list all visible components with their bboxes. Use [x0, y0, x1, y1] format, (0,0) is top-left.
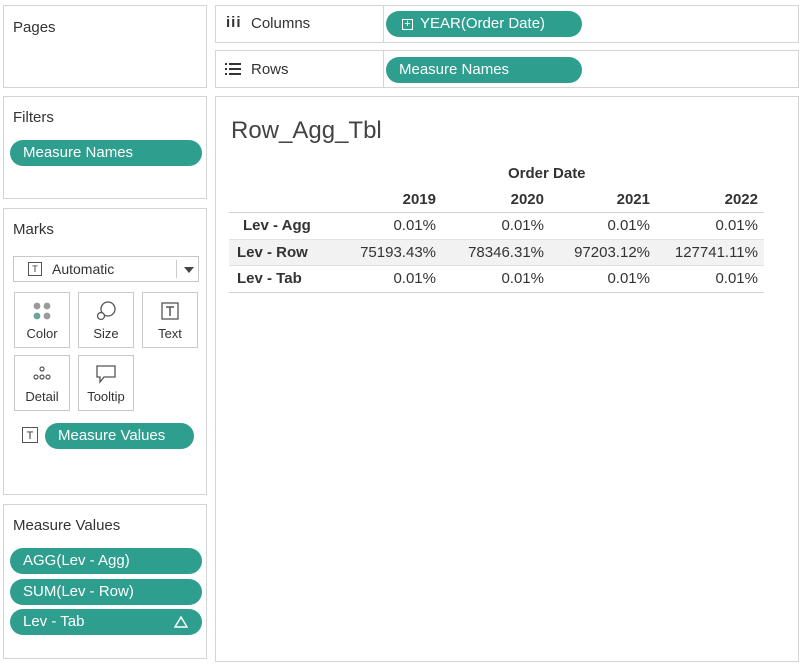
columns-icon: iii: [226, 14, 242, 31]
measure-pill-agg-lev-agg[interactable]: AGG(Lev - Agg): [10, 548, 202, 574]
chevron-down-icon[interactable]: [184, 267, 194, 273]
pages-card[interactable]: Pages: [3, 5, 207, 88]
detail-dots-icon: [33, 366, 51, 380]
worksheet-view[interactable]: Row_Agg_Tbl Order Date 2019 2020 2021 20…: [215, 96, 799, 662]
shelf-divider: [383, 51, 384, 87]
rows-shelf[interactable]: Rows Measure Names: [215, 50, 799, 88]
rows-list-icon: [225, 63, 241, 75]
table-row[interactable]: Lev - Agg 0.01% 0.01% 0.01% 0.01%: [229, 213, 764, 240]
year-header-row: 2019 2020 2021 2022: [229, 188, 764, 213]
tooltip-button[interactable]: Tooltip: [78, 355, 134, 411]
tooltip-label: Tooltip: [87, 389, 125, 404]
columns-pill-label: YEAR(Order Date): [420, 15, 546, 32]
row-header[interactable]: Lev - Agg: [237, 217, 311, 234]
table-cell: 0.01%: [393, 270, 436, 287]
year-header[interactable]: 2022: [725, 191, 758, 208]
text-mark-icon: T: [28, 262, 42, 276]
table-cell: 0.01%: [501, 270, 544, 287]
measure-pill-lev-tab[interactable]: Lev - Tab: [10, 609, 202, 635]
rows-label: Rows: [251, 61, 289, 78]
table-cell: 75193.43%: [360, 244, 436, 261]
table-row[interactable]: Lev - Tab 0.01% 0.01% 0.01% 0.01%: [229, 266, 764, 293]
measure-pill-sum-lev-row[interactable]: SUM(Lev - Row): [10, 579, 202, 605]
text-encoding-icon: T: [22, 427, 38, 443]
rows-pill-measure-names[interactable]: Measure Names: [386, 57, 582, 83]
text-t-icon: [161, 302, 179, 320]
text-pill-measure-values[interactable]: Measure Values: [45, 423, 194, 449]
year-header[interactable]: 2020: [511, 191, 544, 208]
mark-type-dropdown[interactable]: T Automatic: [13, 256, 199, 282]
detail-button[interactable]: Detail: [14, 355, 70, 411]
order-date-header: Order Date: [508, 165, 586, 182]
row-header[interactable]: Lev - Row: [237, 244, 308, 261]
color-button[interactable]: Color: [14, 292, 70, 348]
size-label: Size: [93, 326, 119, 341]
table-cell: 78346.31%: [468, 244, 544, 261]
shelf-divider: [383, 6, 384, 42]
color-dots-icon: [33, 302, 51, 320]
size-button[interactable]: Size: [78, 292, 134, 348]
worksheet-title: Row_Agg_Tbl: [231, 117, 382, 144]
color-label: Color: [26, 326, 58, 341]
dropdown-divider: [176, 260, 177, 278]
table-cell: 97203.12%: [574, 244, 650, 261]
mark-type-label: Automatic: [52, 261, 115, 277]
table-calc-delta-icon: [174, 616, 188, 628]
marks-title: Marks: [13, 221, 54, 238]
table-cell: 0.01%: [501, 217, 544, 234]
year-header[interactable]: 2019: [403, 191, 436, 208]
marks-card[interactable]: Marks T Automatic Color Size Text Detail…: [3, 208, 207, 495]
filters-title: Filters: [13, 109, 54, 126]
expand-plus-icon[interactable]: +: [402, 18, 413, 30]
table-cell: 127741.11%: [674, 244, 758, 261]
table-cell: 0.01%: [393, 217, 436, 234]
pages-title: Pages: [13, 19, 56, 36]
text-label: Text: [158, 326, 182, 341]
filters-card[interactable]: Filters Measure Names: [3, 96, 207, 199]
columns-shelf[interactable]: iii Columns + YEAR(Order Date): [215, 5, 799, 43]
table-cell: 0.01%: [715, 270, 758, 287]
measure-values-title: Measure Values: [13, 517, 121, 534]
table-row[interactable]: Lev - Row 75193.43% 78346.31% 97203.12% …: [229, 240, 764, 266]
year-header[interactable]: 2021: [617, 191, 650, 208]
table-cell: 0.01%: [607, 217, 650, 234]
size-circles-icon: [96, 301, 116, 321]
table-cell: 0.01%: [607, 270, 650, 287]
text-button[interactable]: Text: [142, 292, 198, 348]
columns-label: Columns: [251, 15, 311, 32]
detail-label: Detail: [25, 389, 59, 404]
filter-pill-measure-names[interactable]: Measure Names: [10, 140, 202, 166]
row-header[interactable]: Lev - Tab: [237, 270, 302, 287]
table-cell: 0.01%: [715, 217, 758, 234]
tooltip-bubble-icon: [96, 365, 116, 384]
measure-values-card[interactable]: Measure Values AGG(Lev - Agg) SUM(Lev - …: [3, 504, 207, 659]
measure-pill-lev-tab-label: Lev - Tab: [23, 613, 85, 630]
columns-pill-year-order-date[interactable]: + YEAR(Order Date): [386, 11, 582, 37]
